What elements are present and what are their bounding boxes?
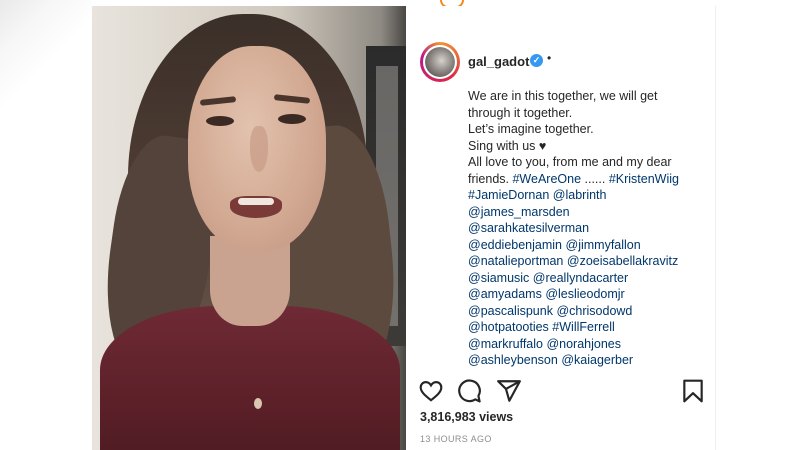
save-button[interactable] (680, 378, 706, 404)
caption-line: @eddiebenjamin @jimmyfallon (468, 237, 712, 254)
avatar-image (425, 47, 455, 77)
paper-plane-icon[interactable] (496, 378, 522, 404)
video-player[interactable] (92, 6, 406, 450)
video-eye-right (278, 114, 306, 124)
mention-link[interactable]: @pascalispunk (468, 304, 553, 318)
caption-line: friends. #WeAreOne ...... #KristenWiig (468, 171, 712, 188)
caption-text: ...... (581, 171, 609, 186)
caption-text: friends. (468, 171, 513, 186)
like-button[interactable] (418, 378, 444, 404)
avatar[interactable] (423, 45, 457, 79)
speech-bubble-icon[interactable] (456, 378, 482, 404)
caption-text: All love to you, from me and my dear (468, 155, 672, 169)
caption-line: @hotpatooties #WillFerrell (468, 319, 712, 336)
view-count[interactable]: 3,816,983 views (420, 410, 513, 424)
caption-line: #JamieDornan @labrinth (468, 187, 712, 204)
heart-outline-icon[interactable] (418, 378, 444, 404)
caption-text: through it together. (468, 105, 573, 120)
video-necklace-pendant (254, 398, 262, 409)
verified-badge-icon: ✓ (530, 54, 543, 67)
video-nose (250, 126, 268, 172)
caption-line: All love to you, from me and my dear (468, 154, 712, 171)
caption-line: @natalieportman @zoeisabellakravitz (468, 253, 712, 270)
background-gradient (0, 0, 92, 450)
post-header: gal_gadot ✓ • (406, 38, 716, 88)
post-card: gal_gadot ✓ • We are in this together, w… (92, 6, 716, 450)
caption-line: @sarahkatesilverman (468, 220, 712, 237)
post-actions-bar (406, 378, 716, 408)
caption-text: Sing with us ♥ (468, 138, 547, 153)
mention-link[interactable]: @james_marsden (468, 205, 570, 219)
caption-text: We are in this together, we will get (468, 89, 658, 103)
view-count-number: 3,816,983 (420, 410, 476, 424)
mention-link[interactable]: @hotpatooties (468, 320, 549, 334)
mention-link[interactable]: @amyadams (468, 287, 542, 301)
avatar-story-ring[interactable] (420, 42, 460, 82)
video-eye-left (206, 116, 234, 126)
mention-link[interactable]: @reallyndacarter (533, 271, 628, 285)
mention-link[interactable]: @natalieportman (468, 254, 563, 268)
mention-link[interactable]: @labrinth (553, 188, 607, 202)
mention-link[interactable]: @leslieodomjr (545, 287, 624, 301)
mention-link[interactable]: @kaiagerber (561, 353, 633, 367)
video-sweater (100, 306, 400, 450)
caption-line: @james_marsden (468, 204, 712, 221)
hashtag-link[interactable]: #WillFerrell (552, 320, 615, 334)
caption-line: @amyadams @leslieodomjr (468, 286, 712, 303)
caption-line: @siamusic @reallyndacarter (468, 270, 712, 287)
hashtag-link[interactable]: #WeAreOne (512, 172, 581, 186)
mention-link[interactable]: @eddiebenjamin (468, 238, 562, 252)
comment-button[interactable] (456, 378, 482, 404)
caption-line: Sing with us ♥ (468, 138, 712, 155)
post-caption: We are in this together, we will get thro… (468, 88, 712, 369)
caption-line: through it together. (468, 105, 712, 122)
video-teeth (238, 198, 274, 205)
username-link[interactable]: gal_gadot (468, 54, 529, 69)
caption-line: @pascalispunk @chrisodowd (468, 303, 712, 320)
post-details-pane: gal_gadot ✓ • We are in this together, w… (406, 6, 716, 450)
hashtag-link[interactable]: #JamieDornan (468, 188, 549, 202)
share-button[interactable] (496, 378, 522, 404)
mention-link[interactable]: @sarahkatesilverman (468, 221, 589, 235)
bookmark-icon[interactable] (680, 378, 706, 404)
caption-line: Let’s imagine together. (468, 121, 712, 138)
view-count-label: views (475, 410, 514, 424)
header-separator-dot: • (547, 51, 552, 65)
caption-line: We are in this together, we will get (468, 88, 712, 105)
mention-link[interactable]: @norahjones (546, 337, 621, 351)
caption-line: @markruffalo @norahjones (468, 336, 712, 353)
mention-link[interactable]: @markruffalo (468, 337, 543, 351)
mention-link[interactable]: @chrisodowd (556, 304, 632, 318)
mention-link[interactable]: @ashleybenson (468, 353, 558, 367)
caption-line: @ashleybenson @kaiagerber (468, 352, 712, 369)
mention-link[interactable]: @siamusic (468, 271, 529, 285)
mention-link[interactable]: @zoeisabellakravitz (567, 254, 678, 268)
post-timestamp[interactable]: 13 HOURS AGO (420, 434, 492, 444)
hashtag-link[interactable]: #KristenWiig (609, 172, 679, 186)
caption-text: Let’s imagine together. (468, 122, 594, 136)
mention-link[interactable]: @jimmyfallon (566, 238, 641, 252)
